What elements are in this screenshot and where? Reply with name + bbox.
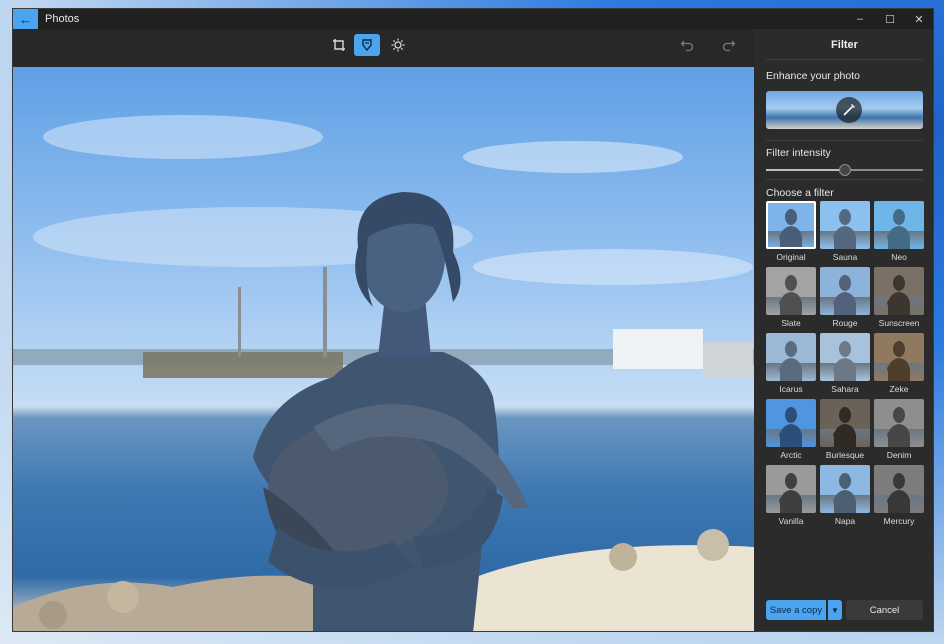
- intensity-slider[interactable]: [766, 164, 923, 176]
- filter-option-arctic[interactable]: Arctic: [766, 399, 816, 461]
- chevron-down-icon: ▼: [831, 605, 839, 615]
- filter-thumbnail: [820, 333, 870, 381]
- maximize-button[interactable]: ☐: [875, 9, 905, 29]
- filter-option-vanilla[interactable]: Vanilla: [766, 465, 816, 527]
- minimize-icon: –: [856, 13, 864, 25]
- filter-label: Denim: [886, 450, 912, 460]
- filter-option-neo[interactable]: Neo: [874, 201, 924, 263]
- undo-button[interactable]: [674, 34, 700, 56]
- filter-label: Icarus: [779, 384, 803, 394]
- filter-thumbnail: [766, 267, 816, 315]
- filter-option-zeke[interactable]: Zeke: [874, 333, 924, 395]
- filter-panel: Filter Enhance your photo Filter intensi…: [754, 29, 933, 631]
- filter-thumbnail: [874, 333, 924, 381]
- crop-icon: [333, 39, 345, 51]
- filter-label: Burlesque: [825, 450, 865, 460]
- statue-photo: [13, 115, 754, 631]
- adjust-tool-button[interactable]: [385, 34, 411, 56]
- close-button[interactable]: ✕: [904, 9, 933, 29]
- cancel-button[interactable]: Cancel: [846, 600, 923, 620]
- filter-thumbnail: [820, 399, 870, 447]
- filter-label: Sauna: [832, 252, 858, 262]
- filter-label: Slate: [781, 318, 801, 328]
- filter-label: Vanilla: [778, 516, 804, 526]
- filter-option-napa[interactable]: Napa: [820, 465, 870, 527]
- filter-thumbnail: [874, 465, 924, 513]
- filter-label: Sahara: [831, 384, 859, 394]
- enhance-label: Enhance your photo: [766, 70, 860, 82]
- filter-thumbnail: [766, 333, 816, 381]
- photos-window: ← Photos – ☐ ✕ Filter Enhance your photo…: [12, 8, 934, 632]
- divider: [766, 59, 923, 60]
- filter-option-sauna[interactable]: Sauna: [820, 201, 870, 263]
- panel-title: Filter: [831, 39, 858, 51]
- photo-canvas[interactable]: [13, 67, 754, 631]
- adjust-brightness-icon: [391, 38, 405, 52]
- redo-icon: [722, 40, 736, 52]
- minimize-button[interactable]: –: [845, 9, 875, 29]
- filter-thumbnail: [820, 465, 870, 513]
- crop-tool-button[interactable]: [326, 34, 352, 56]
- app-title: Photos: [45, 13, 80, 25]
- filter-thumbnail: [874, 267, 924, 315]
- magic-wand-icon: [836, 97, 862, 123]
- filter-option-mercury[interactable]: Mercury: [874, 465, 924, 527]
- filter-option-slate[interactable]: Slate: [766, 267, 816, 329]
- filter-thumbnail: [820, 267, 870, 315]
- filter-icon: [362, 39, 372, 52]
- edit-toolbar: [13, 29, 754, 67]
- filter-thumbnail: [820, 201, 870, 249]
- filter-option-icarus[interactable]: Icarus: [766, 333, 816, 395]
- filter-label: Sunscreen: [878, 318, 920, 328]
- divider: [766, 179, 923, 180]
- maximize-icon: ☐: [885, 13, 895, 26]
- arrow-left-icon: ←: [19, 11, 32, 27]
- filter-option-denim[interactable]: Denim: [874, 399, 924, 461]
- filter-option-burlesque[interactable]: Burlesque: [820, 399, 870, 461]
- undo-icon: [680, 40, 694, 52]
- close-icon: ✕: [914, 13, 924, 26]
- back-button[interactable]: ←: [13, 9, 38, 29]
- slider-fill: [766, 169, 845, 171]
- filter-label: Rouge: [832, 318, 858, 328]
- filter-tool-button[interactable]: [354, 34, 380, 56]
- filter-thumbnail: [766, 201, 816, 249]
- filter-option-original[interactable]: Original: [766, 201, 816, 263]
- save-options-button[interactable]: ▼: [828, 600, 842, 620]
- filter-thumbnail: [874, 399, 924, 447]
- intensity-label: Filter intensity: [766, 147, 831, 159]
- title-bar: ← Photos – ☐ ✕: [13, 9, 933, 29]
- filter-label: Zeke: [889, 384, 909, 394]
- filter-label: Arctic: [780, 450, 802, 460]
- divider: [766, 140, 923, 141]
- save-copy-button[interactable]: Save a copy: [766, 600, 826, 620]
- slider-thumb[interactable]: [838, 164, 851, 176]
- filter-label: Neo: [891, 252, 907, 262]
- filter-thumbnail: [766, 399, 816, 447]
- choose-filter-label: Choose a filter: [766, 187, 834, 199]
- filter-thumbnail: [766, 465, 816, 513]
- filter-option-sahara[interactable]: Sahara: [820, 333, 870, 395]
- filter-option-sunscreen[interactable]: Sunscreen: [874, 267, 924, 329]
- redo-button[interactable]: [716, 34, 742, 56]
- filter-label: Mercury: [883, 516, 915, 526]
- filter-option-rouge[interactable]: Rouge: [820, 267, 870, 329]
- filter-thumbnail: [874, 201, 924, 249]
- filter-label: Original: [776, 252, 806, 262]
- filter-label: Napa: [834, 516, 856, 526]
- enhance-photo-button[interactable]: [766, 91, 923, 129]
